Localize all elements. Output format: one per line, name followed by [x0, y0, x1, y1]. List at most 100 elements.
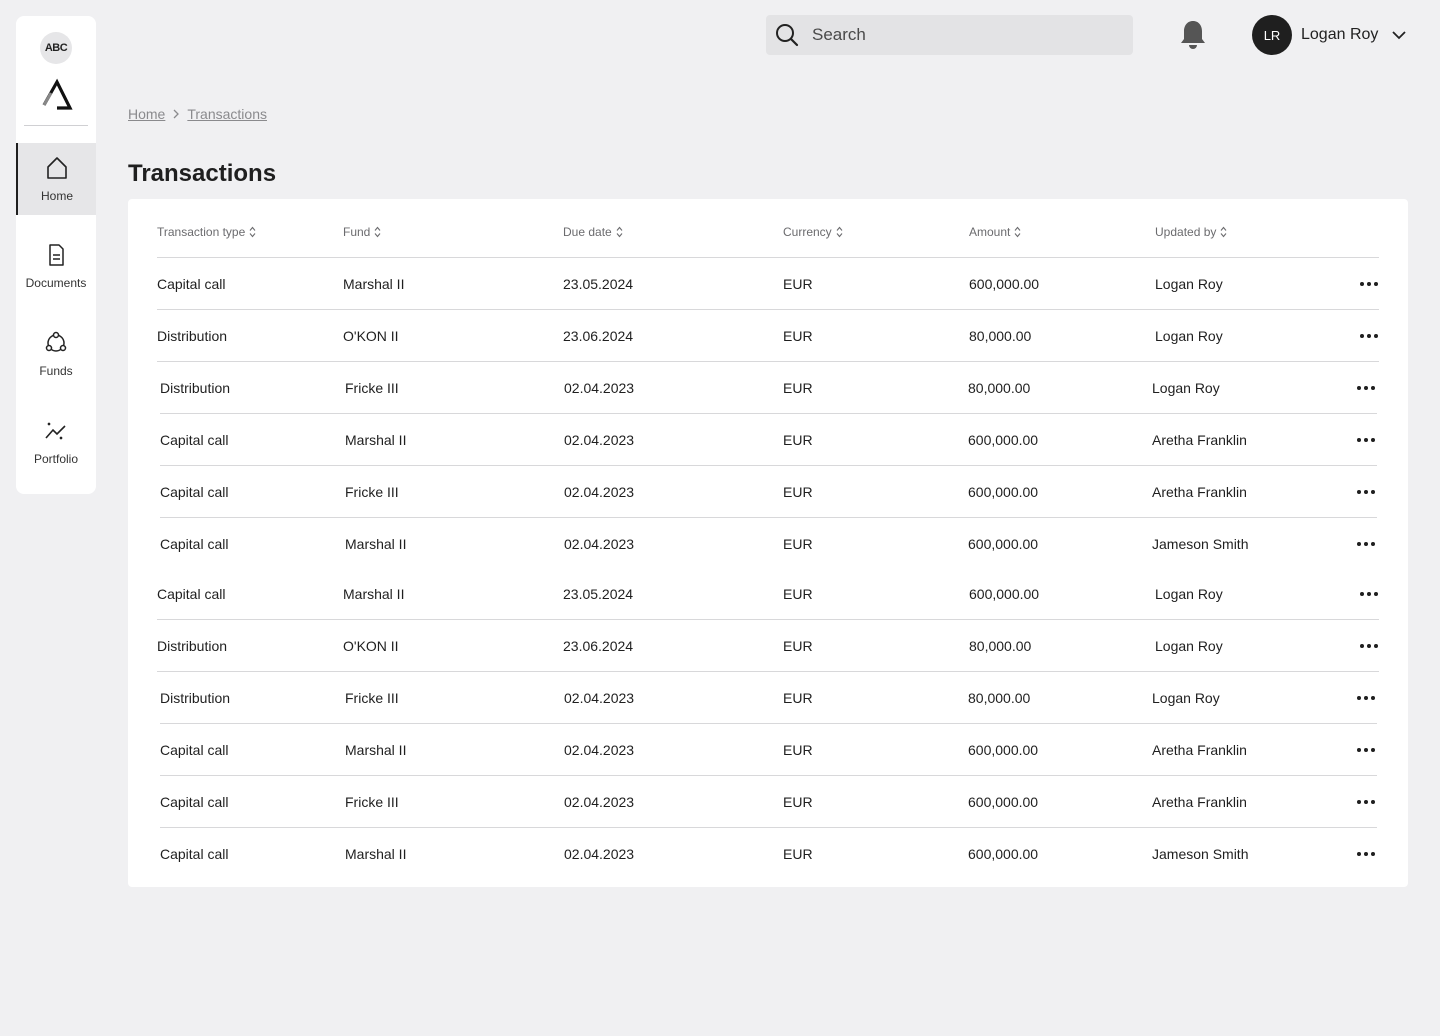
table-cell-currency: EUR [783, 586, 813, 602]
column-header-label: Due date [563, 225, 612, 239]
table-row[interactable]: Capital call Marshal II 23.05.2024 EUR 600,0… [157, 568, 1379, 620]
more-actions-icon[interactable] [1360, 278, 1378, 290]
avatar: LR [1252, 15, 1292, 55]
column-header-currency[interactable]: Currency [783, 225, 843, 239]
search-icon [776, 24, 799, 47]
table-cell-amount: 80,000.00 [969, 638, 1032, 654]
column-header-updated-by[interactable]: Updated by [1155, 225, 1227, 239]
table-cell-amount: 80,000.00 [968, 380, 1031, 396]
table-cell-updated-by: Jameson Smith [1152, 846, 1249, 862]
table-cell-currency: EUR [783, 846, 813, 862]
sidebar-item-portfolio[interactable]: Portfolio [16, 406, 96, 478]
table-cell-transaction-type: Distribution [157, 328, 228, 344]
search-input[interactable] [812, 15, 1122, 55]
sidebar-item-label: Home [40, 189, 73, 203]
sidebar-item-label: Funds [39, 364, 73, 378]
table-cell-fund: Fricke III [345, 690, 399, 706]
table-cell-updated-by: Logan Roy [1155, 586, 1223, 602]
more-actions-icon[interactable] [1360, 640, 1378, 652]
table-cell-due-date: 23.06.2024 [563, 328, 634, 344]
column-header-label: Updated by [1155, 225, 1217, 239]
sidebar-item-home[interactable]: Home [16, 143, 96, 215]
sort-icon [616, 226, 623, 238]
table-cell-updated-by: Aretha Franklin [1152, 794, 1247, 810]
table-cell-updated-by: Logan Roy [1155, 276, 1223, 292]
more-actions-icon[interactable] [1357, 434, 1375, 446]
table-cell-fund: O'KON II [343, 638, 399, 654]
table-cell-transaction-type: Capital call [160, 794, 229, 810]
table-row[interactable]: Capital call Marshal II 02.04.2023 EUR 600,0… [160, 724, 1377, 776]
breadcrumb-transactions[interactable]: Transactions [187, 106, 267, 122]
table-cell-updated-by: Logan Roy [1155, 638, 1223, 654]
table-cell-amount: 600,000.00 [969, 586, 1040, 602]
more-actions-icon[interactable] [1357, 382, 1375, 394]
table-cell-currency: EUR [783, 742, 813, 758]
brand-logo[interactable] [41, 78, 73, 110]
table-cell-fund: Fricke III [345, 794, 399, 810]
table-row[interactable]: Capital call Fricke III 02.04.2023 EUR 600,0… [160, 776, 1377, 828]
table-cell-due-date: 02.04.2023 [564, 484, 635, 500]
more-actions-icon[interactable] [1357, 486, 1375, 498]
table-cell-updated-by: Jameson Smith [1152, 536, 1249, 552]
table-cell-currency: EUR [783, 276, 813, 292]
more-actions-icon[interactable] [1357, 692, 1375, 704]
table-cell-transaction-type: Capital call [157, 586, 226, 602]
table-cell-updated-by: Aretha Franklin [1152, 742, 1247, 758]
table-cell-due-date: 23.06.2024 [563, 638, 634, 654]
table-row[interactable]: Distribution O'KON II 23.06.2024 EUR 80,000.… [157, 620, 1379, 672]
sidebar: ABC Home Documents Funds Portfolio [16, 16, 96, 494]
more-actions-icon[interactable] [1357, 848, 1375, 860]
table-row[interactable]: Distribution Fricke III 02.04.2023 EUR 80,00… [160, 672, 1377, 724]
column-header-transaction-type[interactable]: Transaction type [157, 225, 256, 239]
table-cell-fund: Marshal II [345, 742, 407, 758]
table-cell-currency: EUR [783, 432, 813, 448]
bell-icon[interactable] [1177, 18, 1209, 52]
table-row[interactable]: Capital call Marshal II 02.04.2023 EUR 600,0… [160, 828, 1377, 880]
table-cell-transaction-type: Capital call [160, 432, 229, 448]
sort-icon [374, 226, 381, 238]
table-row[interactable]: Capital call Marshal II 23.05.2024 EUR 600,0… [157, 258, 1379, 310]
table-cell-currency: EUR [783, 380, 813, 396]
table-cell-fund: Marshal II [343, 276, 405, 292]
more-actions-icon[interactable] [1357, 538, 1375, 550]
column-header-label: Currency [783, 225, 832, 239]
table-cell-due-date: 02.04.2023 [564, 794, 635, 810]
table-cell-updated-by: Aretha Franklin [1152, 432, 1247, 448]
table-cell-transaction-type: Distribution [160, 380, 231, 396]
column-header-due-date[interactable]: Due date [563, 225, 623, 239]
table-cell-updated-by: Logan Roy [1152, 690, 1220, 706]
table-cell-due-date: 02.04.2023 [564, 432, 635, 448]
table-cell-fund: Fricke III [345, 380, 399, 396]
table-row[interactable]: Capital call Fricke III 02.04.2023 EUR 600,0… [160, 466, 1377, 518]
table-cell-due-date: 02.04.2023 [564, 536, 635, 552]
more-actions-icon[interactable] [1360, 330, 1378, 342]
sort-icon [1220, 226, 1227, 238]
transactions-table: Transaction type Fund Due date Currency … [128, 199, 1408, 887]
column-header-label: Transaction type [157, 225, 246, 239]
sidebar-item-documents[interactable]: Documents [16, 230, 96, 302]
column-header-label: Amount [969, 225, 1011, 239]
search-bar [766, 15, 1133, 55]
home-icon [47, 157, 67, 179]
table-cell-amount: 80,000.00 [969, 328, 1032, 344]
user-menu[interactable]: LR Logan Roy [1252, 15, 1408, 55]
breadcrumb-home[interactable]: Home [128, 106, 165, 122]
table-cell-fund: Marshal II [343, 586, 405, 602]
table-cell-transaction-type: Capital call [157, 276, 226, 292]
brand-badge[interactable]: ABC [40, 32, 72, 64]
table-row[interactable]: Distribution O'KON II 23.06.2024 EUR 80,000.… [157, 310, 1379, 362]
column-header-fund[interactable]: Fund [343, 225, 381, 239]
table-cell-currency: EUR [783, 638, 813, 654]
more-actions-icon[interactable] [1360, 588, 1378, 600]
more-actions-icon[interactable] [1357, 796, 1375, 808]
table-row[interactable]: Capital call Marshal II 02.04.2023 EUR 600,0… [160, 518, 1377, 570]
table-row[interactable]: Capital call Marshal II 02.04.2023 EUR 600,0… [160, 414, 1377, 466]
sidebar-item-funds[interactable]: Funds [16, 318, 96, 390]
table-cell-updated-by: Logan Roy [1155, 328, 1223, 344]
sort-icon [1014, 226, 1021, 238]
table-header: Transaction type Fund Due date Currency … [157, 223, 1379, 258]
table-row[interactable]: Distribution Fricke III 02.04.2023 EUR 80,00… [160, 362, 1377, 414]
table-cell-amount: 80,000.00 [968, 690, 1031, 706]
more-actions-icon[interactable] [1357, 744, 1375, 756]
column-header-amount[interactable]: Amount [969, 225, 1021, 239]
